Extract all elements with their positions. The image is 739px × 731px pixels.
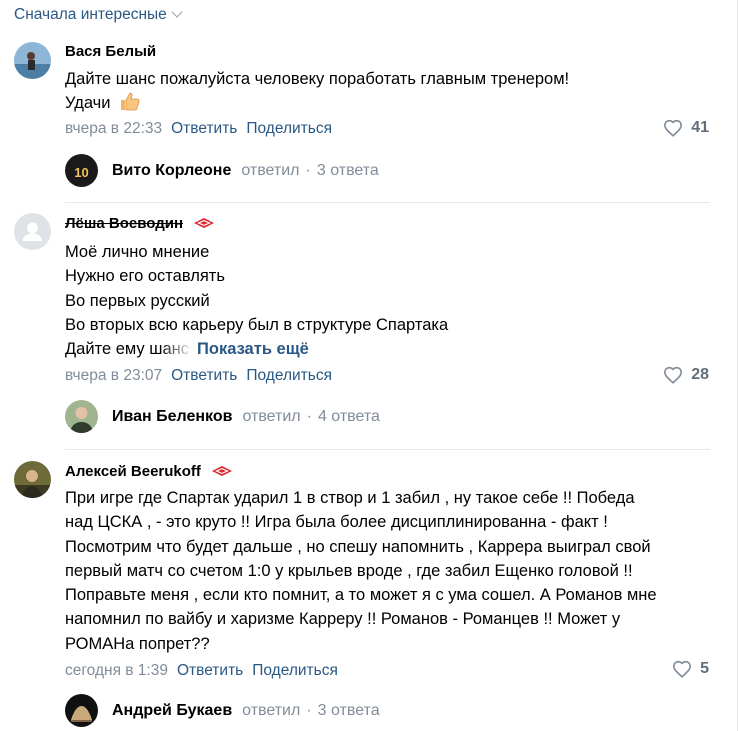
reply-button[interactable]: Ответить bbox=[171, 120, 237, 137]
reply-author[interactable]: Иван Беленков bbox=[112, 408, 232, 426]
like-count: 28 bbox=[691, 366, 709, 383]
reply-avatar: 10 bbox=[65, 154, 98, 187]
like-button[interactable]: 28 bbox=[663, 366, 709, 384]
comment-text: Моё лично мнение Нужно его оставлять Во … bbox=[65, 240, 715, 361]
like-count: 5 bbox=[700, 660, 709, 677]
heart-icon bbox=[673, 660, 692, 678]
reply-avatar bbox=[65, 400, 98, 433]
comment-divider bbox=[65, 202, 710, 203]
sort-dropdown[interactable]: Сначала интересные bbox=[14, 6, 183, 24]
spartak-badge-icon bbox=[193, 216, 215, 233]
reply-author[interactable]: Андрей Букаев bbox=[112, 702, 232, 720]
dot-separator: · bbox=[306, 407, 312, 425]
replies-thread[interactable]: 10 Вито Корлеоне ответил · 3 ответа bbox=[65, 154, 379, 187]
dot-separator: · bbox=[306, 701, 312, 719]
comment-meta: вчера в 22:33 Ответить Поделиться bbox=[65, 120, 332, 138]
reply-button[interactable]: Ответить bbox=[171, 367, 237, 384]
comment-line-start: Дайте ему шанс bbox=[65, 340, 190, 359]
comment-meta: сегодня в 1:39 Ответить Поделиться bbox=[65, 662, 338, 680]
author-name[interactable]: Алексей Beerukoff bbox=[65, 463, 201, 480]
comment-author[interactable]: Лёша Воеводин bbox=[65, 215, 215, 233]
comment-time[interactable]: вчера в 22:33 bbox=[65, 120, 162, 137]
reply-button[interactable]: Ответить bbox=[177, 662, 243, 679]
comment-line: РОМАНа попрет?? bbox=[65, 634, 210, 653]
comment-line: Нужно его оставлять bbox=[65, 267, 225, 286]
avatar[interactable] bbox=[14, 213, 51, 250]
comment-line: Дайте шанс пожалуйста человеку поработат… bbox=[65, 70, 570, 88]
show-more-button[interactable]: Показать ещё bbox=[197, 340, 309, 358]
comment-line: Удачи bbox=[65, 91, 715, 118]
avatar[interactable] bbox=[14, 461, 51, 498]
comment-line: Во первых русский bbox=[65, 291, 210, 310]
comment-line: над ЦСКА , - это круто !! Игра была боле… bbox=[65, 513, 608, 532]
dot-separator: · bbox=[305, 161, 311, 179]
like-button[interactable]: 5 bbox=[672, 660, 709, 678]
share-button[interactable]: Поделиться bbox=[252, 662, 338, 679]
reply-count[interactable]: 3 ответа bbox=[318, 702, 380, 720]
reply-count[interactable]: 4 ответа bbox=[318, 408, 380, 426]
comment-line-text: Удачи bbox=[65, 94, 111, 113]
comment-line: первый матч со счетом 1:0 у крыльев врод… bbox=[65, 561, 633, 580]
comment-text: При игре где Спартак ударил 1 в створ и … bbox=[65, 486, 715, 656]
share-button[interactable]: Поделиться bbox=[246, 367, 332, 384]
reply-action: ответил bbox=[242, 407, 301, 425]
heart-icon bbox=[664, 119, 683, 137]
avatar[interactable] bbox=[14, 42, 51, 79]
share-button[interactable]: Поделиться bbox=[246, 120, 332, 137]
user-placeholder-icon bbox=[22, 222, 43, 241]
sort-label: Сначала интересные bbox=[14, 6, 167, 23]
comment-line: Моё лично мнение bbox=[65, 243, 210, 261]
scroll-edge-divider bbox=[737, 0, 738, 731]
comment-author[interactable]: Алексей Beerukoff bbox=[65, 463, 233, 481]
comment-divider bbox=[65, 449, 710, 450]
replies-thread[interactable]: Иван Беленков ответил · 4 ответа bbox=[65, 400, 380, 433]
jersey-number: 10 bbox=[74, 165, 88, 180]
spartak-badge-icon bbox=[211, 464, 233, 481]
thumbs-up-emoji-icon bbox=[119, 91, 141, 118]
comment-line: Дайте ему шанс Показать ещё bbox=[65, 337, 715, 361]
reply-author[interactable]: Вито Корлеоне bbox=[112, 162, 231, 180]
author-name[interactable]: Лёша Воеводин bbox=[65, 215, 183, 232]
like-count: 41 bbox=[691, 119, 709, 136]
chevron-down-icon bbox=[171, 6, 183, 18]
reply-action: ответил bbox=[242, 701, 301, 719]
reply-action: ответил bbox=[241, 161, 300, 179]
like-button[interactable]: 41 bbox=[663, 119, 709, 137]
comment-line: При игре где Спартак ударил 1 в створ и … bbox=[65, 489, 635, 507]
comment-line: Во вторых всю карьеру был в структуре Сп… bbox=[65, 315, 449, 334]
comment-line: Поправьте меня , если кто помнит, а то м… bbox=[65, 586, 657, 605]
comment-time[interactable]: сегодня в 1:39 bbox=[65, 662, 168, 679]
reply-avatar bbox=[65, 694, 98, 727]
comment-line: Посмотрим что будет дальше , но спешу на… bbox=[65, 537, 651, 556]
reply-count[interactable]: 3 ответа bbox=[317, 162, 379, 180]
comment-text: Дайте шанс пожалуйста человеку поработат… bbox=[65, 67, 715, 119]
heart-icon bbox=[664, 366, 683, 384]
replies-thread[interactable]: Андрей Букаев ответил · 3 ответа bbox=[65, 694, 380, 727]
comment-author[interactable]: Вася Белый bbox=[65, 43, 156, 60]
comment-time[interactable]: вчера в 23:07 bbox=[65, 367, 162, 384]
comment-meta: вчера в 23:07 Ответить Поделиться bbox=[65, 367, 332, 385]
comment-line: напомнил по вайбу и харизме Карреру !! Р… bbox=[65, 610, 621, 629]
